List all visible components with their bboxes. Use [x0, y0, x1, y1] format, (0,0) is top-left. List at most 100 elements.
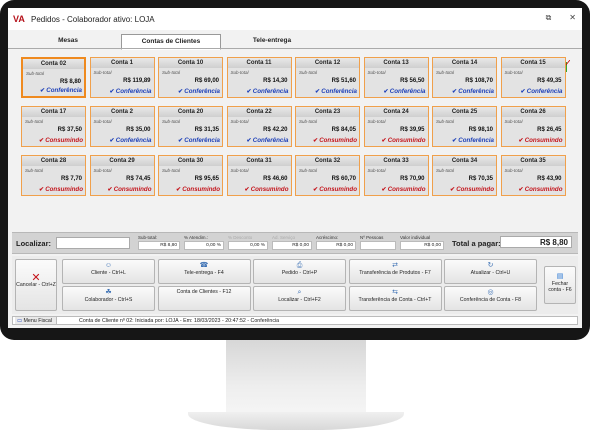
account-card[interactable]: Conta 1 Sub-total R$ 119,89 ✔Conferência: [89, 57, 155, 98]
account-card-status: ✔Conferência: [384, 88, 426, 95]
discount-field: % Desconto 0,00 %: [228, 235, 268, 250]
tax-label: Ad. Serviço: [272, 235, 296, 240]
account-card-status: ✔Consumindo: [245, 186, 289, 193]
account-card-subtotal-label: Sub-total: [436, 119, 455, 124]
account-card-value: R$ 43,90: [537, 176, 562, 182]
locate-button[interactable]: ⌕ Localizar - Ctrl+F2: [253, 285, 346, 311]
subtotal-label: Sub-total:: [138, 235, 158, 240]
account-card-value: R$ 35,00: [126, 127, 151, 133]
locate-button-label: Localizar - Ctrl+F2: [278, 296, 321, 303]
checkmark-icon: ✔: [315, 88, 321, 95]
status-bar: ▭ Menu Fiscal Conta de Cliente nº 02: In…: [12, 316, 578, 325]
account-card[interactable]: Conta 29 Sub-total R$ 74,45 ✔Consumindo: [89, 155, 155, 196]
checkmark-icon: ✔: [246, 137, 252, 144]
account-card[interactable]: Conta 34 Sub-total R$ 70,35 ✔Consumindo: [432, 155, 497, 196]
cancel-button[interactable]: ✕ Cancelar - Ctrl+Z: [15, 259, 57, 311]
account-card-status-label: Conferência: [252, 88, 289, 95]
account-card[interactable]: Conta 14 Sub-total R$ 108,70 ✔Conferência: [432, 57, 497, 98]
phone-icon: ☎: [199, 262, 209, 269]
account-card-status-label: Consumindo: [319, 137, 357, 144]
close-icon[interactable]: ✕: [569, 13, 576, 23]
account-card-subtotal-label: Sub-total: [367, 70, 386, 75]
checkmark-icon: ✔: [109, 137, 115, 144]
account-card[interactable]: Conta 12 Sub-total R$ 51,60 ✔Conferência: [295, 57, 360, 98]
client-accounts-button[interactable]: Conta de Clientes - F12: [157, 285, 251, 311]
menu-fiscal-label: Menu Fiscal: [23, 318, 53, 324]
account-card[interactable]: Conta 35 Sub-total R$ 43,90 ✔Consumindo: [500, 155, 566, 196]
refresh-button-label: Atualizar - Ctrl+U: [470, 270, 511, 276]
account-card-title: Conta 10: [159, 58, 222, 68]
account-card-subtotal-label: Sub-total: [504, 168, 523, 173]
refresh-button[interactable]: ↻ Atualizar - Ctrl+U: [444, 259, 537, 284]
collaborator-icon: ☘: [105, 288, 112, 296]
account-card[interactable]: Conta 33 Sub-total R$ 70,90 ✔Consumindo: [363, 155, 429, 196]
client-button[interactable]: ☺ Cliente - Ctrl+L: [62, 259, 155, 284]
account-card[interactable]: Conta 28 Sub-total R$ 7,70 ✔Consumindo: [21, 155, 86, 196]
account-card[interactable]: Conta 13 Sub-total R$ 56,50 ✔Conferência: [363, 57, 429, 98]
checkmark-icon: ✔: [452, 88, 458, 95]
close-account-button[interactable]: ▤ Fechar conta - F6: [544, 266, 576, 304]
account-card-status-label: Consumindo: [45, 186, 83, 193]
account-card[interactable]: Conta 02 Sub-total R$ 8,80 ✔Conferência: [21, 57, 86, 98]
account-card-status: ✔Conferência: [110, 137, 152, 144]
window-controls: ⧉ ✕: [546, 13, 576, 23]
tab-mesas[interactable]: Mesas: [18, 34, 118, 48]
account-card[interactable]: Conta 10 Sub-total R$ 69,00 ✔Conferência: [158, 57, 223, 98]
account-card-value: R$ 95,65: [194, 176, 219, 182]
addition-value[interactable]: R$ 0,00: [316, 241, 356, 250]
tax-value[interactable]: R$ 0,00: [272, 241, 312, 250]
product-transfer-button[interactable]: ⇄ Transferência de Produtos - F7: [348, 259, 442, 284]
client-button-label: Cliente - Ctrl+L: [91, 270, 126, 276]
account-card[interactable]: Conta 26 Sub-total R$ 26,45 ✔Consumindo: [500, 106, 566, 147]
account-card-status-label: Conferência: [115, 88, 152, 95]
account-card-value: R$ 51,60: [331, 78, 356, 84]
tab-divider: [8, 48, 582, 49]
consuming-check-icon: ✔: [39, 186, 45, 193]
account-card[interactable]: Conta 15 Sub-total R$ 49,35 ✔Conferência: [500, 57, 566, 98]
tele-delivery-button[interactable]: ☎ Tele-entrega - F4: [157, 259, 251, 284]
consuming-check-icon: ✔: [244, 186, 250, 193]
locate-input[interactable]: [56, 237, 130, 249]
menu-fiscal-button[interactable]: ▭ Menu Fiscal: [15, 317, 58, 324]
account-card-title: Conta 26: [501, 107, 565, 117]
account-card[interactable]: Conta 20 Sub-total R$ 31,35 ✔Conferência: [158, 106, 223, 147]
account-card[interactable]: Conta 25 Sub-total R$ 98,10 ✔Conferência: [432, 106, 497, 147]
product-transfer-button-label: Transferência de Produtos - F7: [359, 270, 431, 276]
tab-tele-entrega[interactable]: Tele-entrega: [222, 34, 322, 48]
account-card-status: ✔Consumindo: [519, 186, 563, 193]
account-card-status: ✔Conferência: [452, 88, 494, 95]
account-card-subtotal-label: Sub-total: [504, 70, 523, 75]
transfer-icon: ⇄: [392, 262, 398, 269]
account-card[interactable]: Conta 2 Sub-total R$ 35,00 ✔Conferência: [89, 106, 155, 147]
account-card-status: ✔Conferência: [178, 137, 220, 144]
account-card[interactable]: Conta 17 Sub-total R$ 37,50 ✔Consumindo: [21, 106, 86, 147]
account-transfer-button[interactable]: ⇆ Transferência de Conta - Ctrl+T: [348, 285, 442, 311]
people-value[interactable]: [360, 241, 396, 250]
account-card-status-label: Consumindo: [45, 137, 83, 144]
account-card[interactable]: Conta 30 Sub-total R$ 95,65 ✔Consumindo: [158, 155, 223, 196]
discount-value[interactable]: 0,00 %: [228, 241, 268, 250]
account-card-status-label: Conferência: [458, 137, 494, 144]
consuming-check-icon: ✔: [381, 137, 387, 144]
account-card-status-label: Conferência: [321, 88, 357, 95]
account-card[interactable]: Conta 32 Sub-total R$ 60,70 ✔Consumindo: [295, 155, 360, 196]
account-card-status: ✔Consumindo: [382, 137, 426, 144]
account-card-title: Conta 32: [296, 156, 359, 166]
addition-field: Acréscimo: R$ 0,00: [316, 235, 356, 250]
account-card[interactable]: Conta 11 Sub-total R$ 14,30 ✔Conferência: [226, 57, 292, 98]
monitor-stand: [226, 340, 366, 418]
totals-bar: Localizar: Sub-total: R$ 8,80 % Atendim.…: [12, 232, 578, 254]
restore-icon[interactable]: ⧉: [546, 13, 552, 23]
account-card[interactable]: Conta 31 Sub-total R$ 46,60 ✔Consumindo: [226, 155, 292, 196]
account-card[interactable]: Conta 24 Sub-total R$ 39,95 ✔Consumindo: [363, 106, 429, 147]
account-check-button[interactable]: ◎ Conferência de Conta - F8: [444, 285, 537, 311]
account-card-value: R$ 70,90: [400, 176, 425, 182]
account-card[interactable]: Conta 22 Sub-total R$ 42,20 ✔Conferência: [226, 106, 292, 147]
order-button[interactable]: ⎙ Pedido - Ctrl+P: [253, 259, 346, 284]
account-card-value: R$ 98,10: [468, 127, 493, 133]
discount-label: % Desconto: [228, 235, 253, 240]
service-value[interactable]: 0,00 %: [184, 241, 224, 250]
account-card-subtotal-label: Sub-total: [230, 119, 249, 124]
collaborator-button[interactable]: ☘ Colaborador - Ctrl+S: [62, 285, 155, 311]
account-card[interactable]: Conta 23 Sub-total R$ 84,05 ✔Consumindo: [295, 106, 360, 147]
